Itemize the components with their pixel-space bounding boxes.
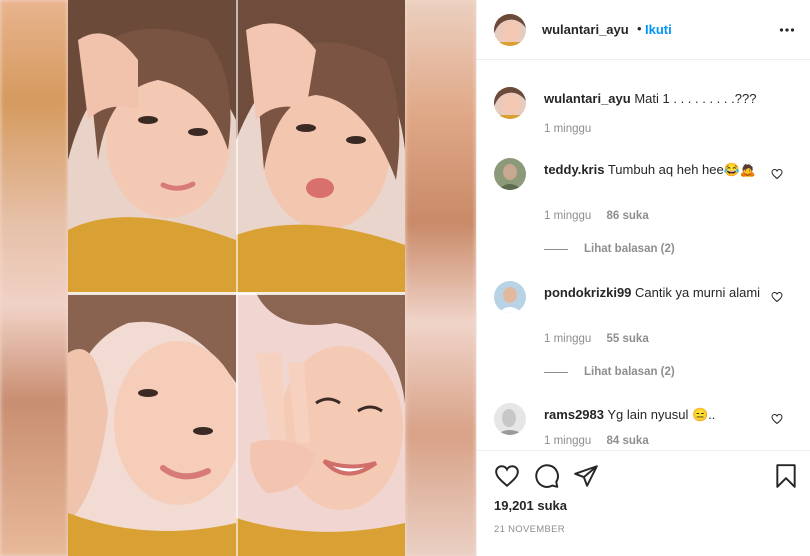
comment-username[interactable]: rams2983	[544, 407, 604, 422]
replies-line	[544, 371, 568, 373]
likes-count[interactable]: 19,201 suka	[494, 498, 567, 513]
post-details-panel: wulantari_ayu • Ikuti wulantari_ayu Mati…	[476, 0, 810, 556]
collage-photo-2	[236, 0, 405, 293]
comments-list[interactable]: wulantari_ayu Mati 1 . . . . . . . . .??…	[477, 61, 810, 450]
collage-divider-vertical	[236, 0, 238, 556]
avatar[interactable]	[494, 281, 526, 313]
view-replies-button[interactable]: Lihat balasan (2)	[544, 243, 675, 255]
comment-body: Cantik ya murni alami	[635, 285, 761, 300]
view-replies-label[interactable]: Lihat balasan (2)	[584, 366, 675, 378]
comment-time[interactable]: 1 minggu	[544, 435, 591, 447]
comment-meta: 1 minggu 84 suka	[544, 435, 661, 447]
post-date[interactable]: 21 NOVEMBER	[494, 524, 565, 535]
heart-icon[interactable]	[494, 463, 520, 489]
comment-body: Mati 1 . . . . . . . . .???	[634, 91, 757, 106]
comment-body: Tumbuh aq heh hee😂🙇	[607, 162, 757, 177]
photo-blur-left	[0, 0, 68, 556]
view-replies-button[interactable]: Lihat balasan (2)	[544, 366, 675, 378]
separator-dot: •	[637, 21, 642, 36]
comment-meta: 1 minggu 86 suka	[544, 210, 661, 222]
collage-photo-3	[68, 293, 236, 556]
follow-button[interactable]: Ikuti	[645, 22, 672, 37]
collage-photo-4	[236, 293, 405, 556]
post-actions: 19,201 suka 21 NOVEMBER	[477, 450, 810, 556]
heart-icon[interactable]	[771, 413, 783, 425]
heart-icon[interactable]	[771, 291, 783, 303]
author-username[interactable]: wulantari_ayu	[542, 22, 629, 37]
post-header: wulantari_ayu • Ikuti	[477, 0, 810, 60]
collage-photo-1	[68, 0, 236, 293]
comment-username[interactable]: pondokrizki99	[544, 285, 631, 300]
comment-time[interactable]: 1 minggu	[544, 210, 591, 222]
more-horizontal-icon[interactable]	[779, 22, 795, 38]
avatar[interactable]	[494, 158, 526, 190]
comment-likes[interactable]: 55 suka	[607, 333, 649, 345]
avatar[interactable]	[494, 403, 526, 435]
comment-meta: 1 minggu	[544, 123, 603, 135]
comment-text: pondokrizki99 Cantik ya murni alami	[544, 284, 769, 302]
comment-username[interactable]: wulantari_ayu	[544, 91, 631, 106]
view-replies-label[interactable]: Lihat balasan (2)	[584, 243, 675, 255]
comment-username[interactable]: teddy.kris	[544, 162, 604, 177]
avatar[interactable]	[494, 87, 526, 119]
comment-body: Yg lain nyusul 😑..	[607, 407, 716, 422]
comment-meta: 1 minggu 55 suka	[544, 333, 661, 345]
share-icon[interactable]	[573, 463, 599, 489]
comment-text: wulantari_ayu Mati 1 . . . . . . . . .??…	[544, 90, 769, 108]
comment-text: rams2983 Yg lain nyusul 😑..	[544, 406, 769, 424]
comment-text: teddy.kris Tumbuh aq heh hee😂🙇	[544, 161, 769, 179]
comment-likes[interactable]: 84 suka	[607, 435, 649, 447]
post-photo[interactable]	[0, 0, 476, 556]
bookmark-icon[interactable]	[773, 463, 799, 489]
collage-divider-horizontal	[68, 292, 405, 295]
heart-icon[interactable]	[771, 168, 783, 180]
comment-time[interactable]: 1 minggu	[544, 123, 591, 135]
comment-likes[interactable]: 86 suka	[607, 210, 649, 222]
replies-line	[544, 248, 568, 250]
comment-time[interactable]: 1 minggu	[544, 333, 591, 345]
author-avatar[interactable]	[494, 14, 526, 46]
comment-icon[interactable]	[534, 463, 560, 489]
photo-blur-right	[405, 0, 476, 556]
